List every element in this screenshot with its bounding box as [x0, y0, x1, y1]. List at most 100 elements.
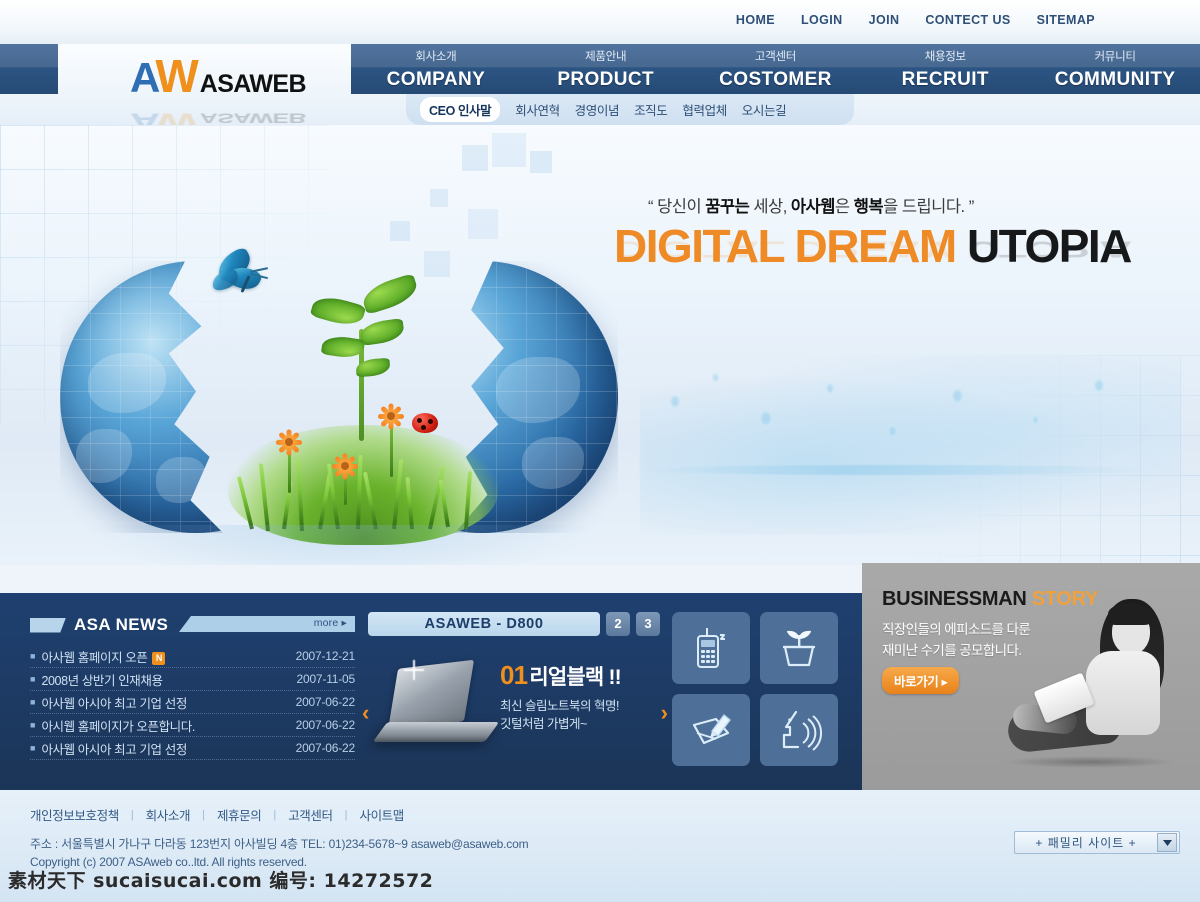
news-item-text: 아사웹 아시아 최고 기업 선정 [41, 696, 187, 711]
product-number: 01 [500, 660, 528, 690]
plant-pot-icon [783, 630, 815, 667]
quick-link-mobile[interactable] [672, 612, 750, 684]
subnav-item-ceo-greeting[interactable]: CEO 인사말 [420, 97, 501, 122]
hero-quote-mid2: 은 [834, 198, 854, 216]
butterfly-icon [210, 245, 276, 309]
product-prev-arrow[interactable]: ‹ [362, 702, 369, 724]
news-tag-shape [30, 617, 66, 633]
water-drop [1032, 415, 1039, 425]
photo-shadow [1004, 756, 1176, 768]
nav-item-recruit[interactable]: 채용정보 RECRUIT [860, 44, 1030, 94]
top-nav-sitemap[interactable]: SITEMAP [1037, 13, 1095, 27]
nav-product-en: PRODUCT [557, 68, 655, 90]
subnav-item-directions[interactable]: 오시는길 [742, 100, 787, 119]
nav-item-costomer[interactable]: 고객센터 COSTOMER [691, 44, 861, 94]
product-subcopy-line1: 최신 슬림노트북의 혁명! [500, 699, 619, 713]
news-more-link[interactable]: more ▸ [314, 617, 347, 629]
product-tab-2[interactable]: 2 [606, 612, 630, 636]
hero-title-reflect-orange: DIGITAL DREAM [614, 236, 956, 263]
flower [276, 429, 302, 455]
footer-link-company[interactable]: 회사소개 [146, 805, 191, 824]
stock-site-watermark: 素材天下 sucaisucai.com 编号: 14272572 [8, 870, 434, 892]
asa-news-module: ASA NEWS more ▸ ■ 아사웹 홈페이지 오픈 N 2007-12-2… [30, 612, 355, 772]
news-list-item[interactable]: ■ 아사웹 아시아 최고 기업 선정 2007-06-22 [30, 737, 355, 760]
nav-community-kr: 커뮤니티 [1094, 50, 1136, 63]
chevron-down-icon[interactable] [1157, 833, 1177, 852]
water-drop [826, 383, 834, 394]
nav-item-community[interactable]: 커뮤니티 COMMUNITY [1030, 44, 1200, 94]
product-title: ASAWEB - D800 [368, 612, 600, 636]
footer-link-sitemap[interactable]: 사이트맵 [359, 805, 404, 824]
footer-separator: | [344, 808, 348, 821]
product-body: ‹ › 01리얼블랙 !! 최신 슬림노트북의 혁명! 깃털처럼 가볍게~ [362, 642, 668, 770]
product-tab-3[interactable]: 3 [636, 612, 660, 636]
footer-separator: | [202, 808, 205, 821]
news-title: ASA NEWS [74, 615, 169, 634]
logo-reflect-name: ASAWEB [199, 110, 306, 126]
water-splash-decoration [640, 355, 1180, 535]
family-site-label: + 패밀리 사이트 + [1035, 836, 1137, 850]
quick-link-plant[interactable] [760, 612, 838, 684]
hero-quote-post: 을 드립니다. ” [883, 198, 974, 216]
globe-reflection [80, 525, 600, 565]
page-root: HOME LOGIN JOIN CONTECT US SITEMAP AWASA… [0, 0, 1200, 902]
footer-link-privacy[interactable]: 개인정보보호정책 [30, 805, 119, 824]
quick-link-voice[interactable] [760, 694, 838, 766]
water-drop [888, 425, 897, 437]
story-goto-button[interactable]: 바로가기 ▸ [882, 667, 960, 694]
globe-illustration [60, 225, 620, 555]
flower-core [285, 438, 293, 446]
nav-item-product[interactable]: 제품안내 PRODUCT [521, 44, 691, 94]
news-list-item[interactable]: ■ 아사웹 홈페이지 오픈 N 2007-12-21 [30, 645, 355, 668]
news-item-text-wrap: 아사웹 홈페이지 오픈 N [41, 647, 295, 666]
butterfly-wing [210, 268, 240, 292]
product-subcopy-line2: 깃털처럼 가볍게~ [500, 717, 587, 731]
water-wave [640, 465, 1160, 475]
subnav-item-philosophy[interactable]: 경영이념 [575, 100, 620, 119]
hero-quote-mid: 세상, [749, 198, 791, 216]
nav-item-company[interactable]: 회사소개 COMPANY [351, 44, 521, 94]
quick-link-write[interactable] [672, 694, 750, 766]
footer-link-customer-center[interactable]: 고객센터 [288, 805, 333, 824]
nav-recruit-kr: 채용정보 [924, 50, 966, 63]
logo-letter-w: W [155, 50, 198, 102]
top-nav-contact-us[interactable]: CONTECT US [925, 13, 1010, 27]
news-list-item[interactable]: ■ 2008년 상반기 인재채용 2007-11-05 [30, 668, 355, 691]
businessman-story-module[interactable]: BUSINESSMAN STORY 직장인들의 에피소드를 다룬 재미난 수기를… [862, 563, 1200, 790]
site-logo[interactable]: AWASAWEB AWASAWEB [130, 53, 370, 137]
logo-wordmark: ASAWEB [199, 70, 307, 98]
footer-separator: | [130, 808, 134, 821]
top-nav-join[interactable]: JOIN [869, 13, 900, 27]
subnav-item-history[interactable]: 회사연혁 [515, 100, 560, 119]
top-nav-login[interactable]: LOGIN [801, 13, 843, 27]
news-header: ASA NEWS more ▸ [30, 612, 355, 638]
quick-links-grid [672, 612, 852, 772]
news-list-item[interactable]: ■ 아시웹 홈페이지가 오픈합니다. 2007-06-22 [30, 714, 355, 737]
laptop-base [372, 722, 500, 742]
product-showcase-module: ASAWEB - D800 2 3 ‹ › 01리얼블랙 !! 최신 슬림노트북… [362, 612, 668, 772]
top-nav-home[interactable]: HOME [736, 13, 775, 27]
product-copy: 01리얼블랙 !! 최신 슬림노트북의 혁명! 깃털처럼 가볍게~ [500, 660, 650, 733]
news-item-date: 2007-06-22 [295, 695, 356, 709]
sparkle-icon [404, 660, 424, 680]
bullet-icon: ■ [30, 720, 36, 730]
news-list-item[interactable]: ■ 아사웹 아시아 최고 기업 선정 2007-06-22 [30, 691, 355, 714]
subnav-item-partners[interactable]: 협력업체 [682, 100, 727, 119]
footer-link-partnership[interactable]: 제휴문의 [217, 805, 262, 824]
water-drop [712, 373, 719, 382]
news-new-badge: N [152, 651, 166, 665]
product-next-arrow[interactable]: › [661, 702, 668, 724]
butterfly-antenna [249, 267, 269, 273]
speaking-face-icon [782, 710, 822, 751]
deco-square [530, 151, 552, 173]
hero-title-reflect-dark: UTOPIA [955, 236, 1131, 263]
woman-hair-front [1108, 603, 1152, 625]
water-drop [1094, 379, 1104, 392]
product-subcopy: 최신 슬림노트북의 혁명! 깃털처럼 가볍게~ [500, 697, 650, 733]
sub-nav: CEO 인사말 회사연혁 경영이념 조직도 협력업체 오시는길 [406, 94, 854, 125]
family-site-select[interactable]: + 패밀리 사이트 + [1014, 831, 1180, 854]
water-drop [670, 395, 680, 408]
nav-community-en: COMMUNITY [1054, 68, 1176, 90]
hero-quote-bold3: 행복 [853, 198, 884, 216]
subnav-item-organization[interactable]: 조직도 [634, 100, 668, 119]
